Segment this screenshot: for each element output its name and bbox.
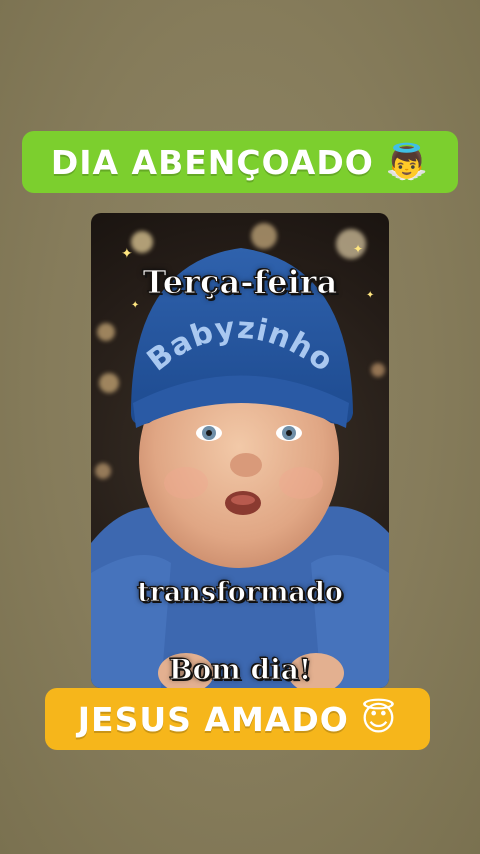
halo-smile-icon: 😇 bbox=[360, 699, 398, 739]
sparkle-icon: ✦ bbox=[131, 300, 139, 311]
caption-text: transformado bbox=[137, 577, 344, 609]
bottom-banner-text: JESUS AMADO bbox=[77, 699, 349, 739]
greeting-text: Bom dia! bbox=[168, 653, 312, 687]
sparkle-icon: ✦ bbox=[121, 246, 133, 262]
screen: DIA ABENÇOADO 👼 Babyzinho ✦ ✦ ✦ ✦ Terça-… bbox=[0, 0, 480, 854]
baby-photo[interactable]: Babyzinho ✦ ✦ ✦ ✦ Terça-feira transforma… bbox=[91, 213, 389, 688]
top-banner: DIA ABENÇOADO 👼 bbox=[22, 131, 458, 193]
day-title: Terça-feira bbox=[142, 263, 338, 302]
sparkle-icon: ✦ bbox=[353, 242, 363, 256]
bottom-banner: JESUS AMADO 😇 bbox=[45, 688, 430, 750]
top-banner-text: DIA ABENÇOADO bbox=[50, 142, 374, 182]
baby-angel-icon: 👼 bbox=[385, 142, 430, 182]
